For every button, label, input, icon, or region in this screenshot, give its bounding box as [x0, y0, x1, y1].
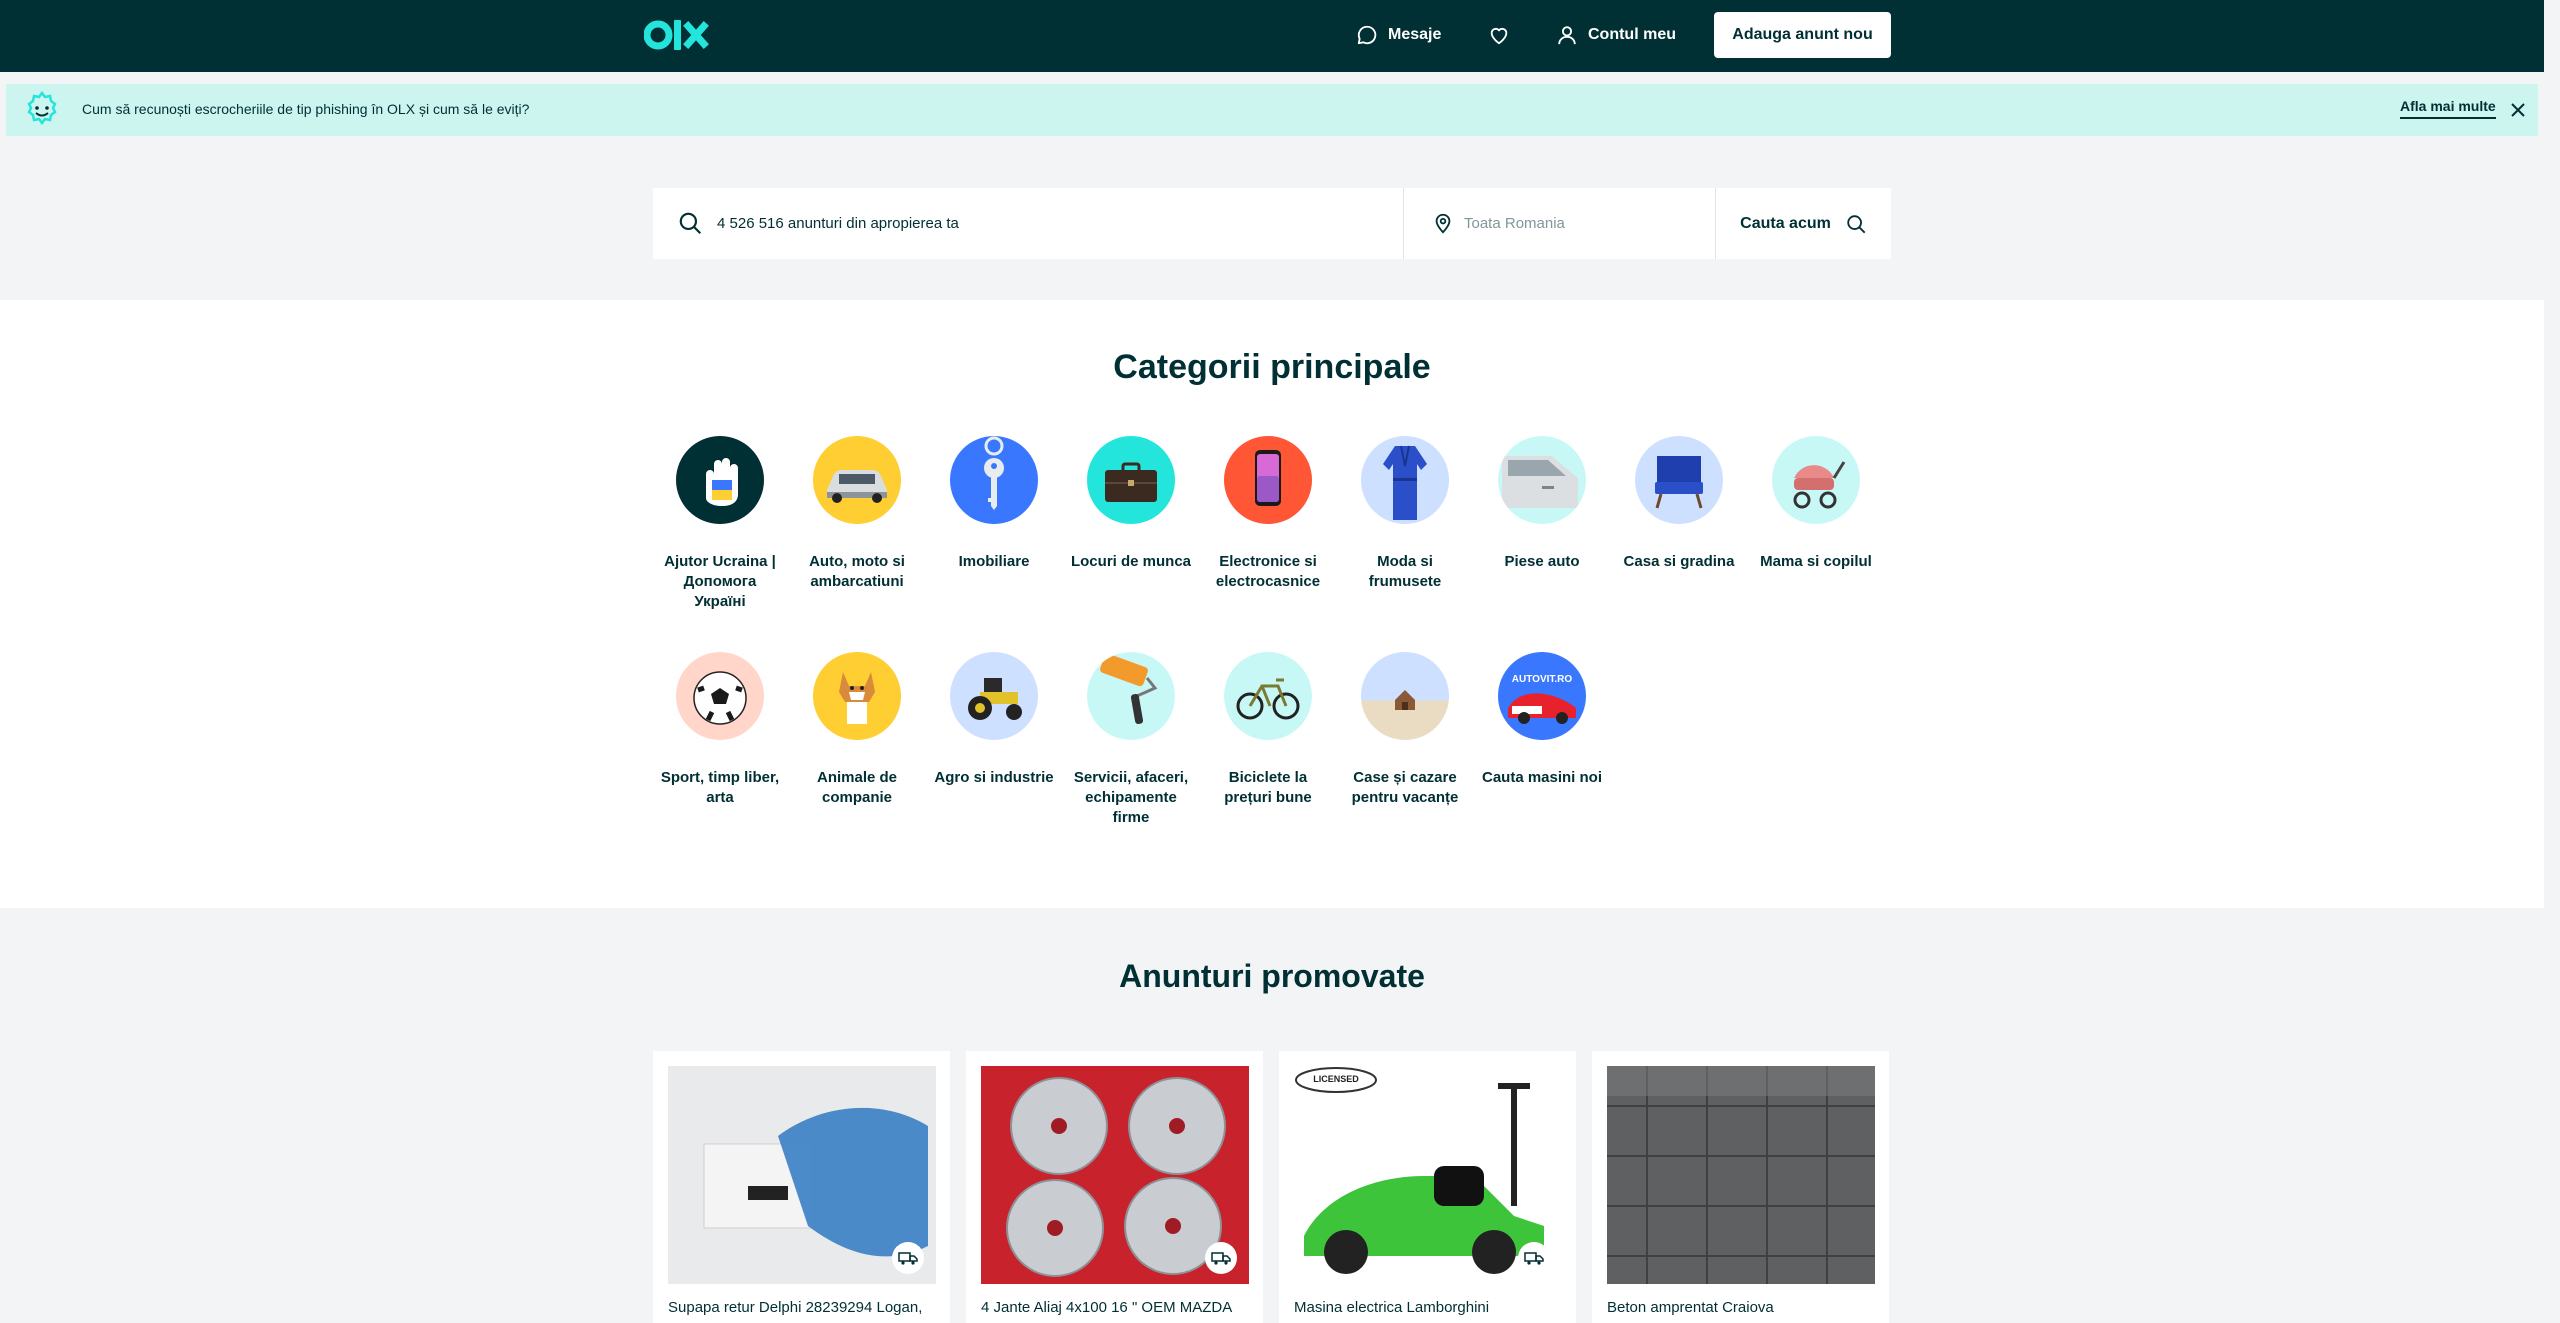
- delivery-icon: [1205, 1242, 1237, 1274]
- promoted-card[interactable]: LICENSED Masina electrica Lamborghini: [1279, 1051, 1576, 1323]
- licensed-badge: LICENSED: [1313, 1074, 1359, 1084]
- category-agro[interactable]: Agro si industrie: [932, 652, 1056, 788]
- learn-more-link[interactable]: Afla mai multe: [2400, 98, 2496, 119]
- location-pin-icon: [1435, 213, 1451, 234]
- search-icon: [1847, 214, 1866, 233]
- promoted-card[interactable]: 4 Jante Aliaj 4x100 16 " OEM MAZDA: [966, 1051, 1263, 1323]
- category-label: Servicii, afaceri, echipamente firme: [1073, 769, 1189, 826]
- category-label: Moda si frumusete: [1368, 553, 1442, 590]
- messages-label: Mesaje: [1388, 26, 1442, 43]
- category-electronice[interactable]: Electronice si electrocasnice: [1206, 436, 1330, 592]
- card-title: Masina electrica Lamborghini: [1294, 1299, 1490, 1316]
- category-label: Animale de companie: [816, 769, 898, 806]
- promoted-card[interactable]: Supapa retur Delphi 28239294 Logan,: [653, 1051, 950, 1323]
- category-mama-copilul[interactable]: Mama si copilul: [1754, 436, 1878, 572]
- hand-ukraine-icon: [676, 436, 764, 524]
- search-input[interactable]: [717, 188, 1377, 259]
- category-label: Cauta masini noi: [1481, 769, 1603, 786]
- categories-title: Categorii principale: [1113, 348, 1431, 386]
- messages-link[interactable]: Mesaje: [1356, 12, 1441, 58]
- bicycle-icon: [1224, 652, 1312, 740]
- category-case-vacante[interactable]: Case și cazare pentru vacanțe: [1343, 652, 1467, 808]
- category-label: Locuri de munca: [1070, 553, 1192, 570]
- category-label: Auto, moto si ambarcatiuni: [809, 553, 905, 590]
- promoted-title: Anunturi promovate: [1119, 958, 1425, 994]
- category-label: Agro si industrie: [934, 769, 1054, 786]
- dog-icon: [813, 652, 901, 740]
- olx-logo-icon: [644, 20, 709, 50]
- kids-car-photo: LICENSED: [1294, 1066, 1562, 1284]
- category-biciclete[interactable]: Biciclete la prețuri bune: [1206, 652, 1330, 808]
- search-bar: Cauta acum: [653, 188, 1891, 259]
- card-title: 4 Jante Aliaj 4x100 16 " OEM MAZDA: [981, 1299, 1233, 1316]
- category-label: Electronice si electrocasnice: [1215, 553, 1321, 590]
- search-button-label: Cauta acum: [1740, 214, 1831, 232]
- delivery-icon: [892, 1242, 924, 1274]
- promoted-card[interactable]: Beton amprentat Craiova: [1592, 1051, 1889, 1323]
- phishing-warning-banner: Cum să recunoști escrocheriile de tip ph…: [6, 84, 2538, 136]
- banner-text: Cum să recunoști escrocheriile de tip ph…: [82, 101, 530, 117]
- user-icon: [1558, 26, 1576, 45]
- location-field: [1404, 188, 1716, 259]
- search-icon: [679, 212, 702, 235]
- beach-house-icon: [1361, 652, 1449, 740]
- robe-icon: [1361, 436, 1449, 524]
- phone-icon: [1224, 436, 1312, 524]
- category-servicii[interactable]: Servicii, afaceri, echipamente firme: [1069, 652, 1193, 828]
- armchair-icon: [1635, 436, 1723, 524]
- category-label: Case și cazare pentru vacanțe: [1351, 769, 1459, 806]
- gear-smile-icon: [27, 90, 57, 126]
- category-sport[interactable]: Sport, timp liber, arta: [658, 652, 782, 808]
- category-label: Mama si copilul: [1760, 553, 1872, 570]
- briefcase-icon: [1087, 436, 1175, 524]
- category-imobiliare[interactable]: Imobiliare: [932, 436, 1056, 572]
- category-piese-auto[interactable]: Piese auto: [1480, 436, 1604, 572]
- category-casa-gradina[interactable]: Casa si gradina: [1617, 436, 1741, 572]
- card-title: Supapa retur Delphi 28239294 Logan,: [668, 1299, 923, 1316]
- football-icon: [676, 652, 764, 740]
- olx-logo[interactable]: [644, 14, 716, 56]
- category-label: Biciclete la prețuri bune: [1224, 769, 1312, 806]
- location-input[interactable]: [1464, 188, 1704, 259]
- top-header: Mesaje Contul meu Adauga anunt nou: [0, 0, 2544, 72]
- box-bag-photo: [668, 1066, 936, 1284]
- chat-icon: [1357, 25, 1377, 45]
- tractor-icon: [950, 652, 1038, 740]
- delivery-icon: [1518, 1242, 1550, 1274]
- card-title: Beton amprentat Craiova: [1607, 1299, 1774, 1316]
- autovit-icon: AUTOVIT.RO: [1498, 652, 1586, 740]
- category-label: Piese auto: [1504, 553, 1580, 570]
- stamped-concrete-photo: [1607, 1066, 1875, 1284]
- search-query-field: [653, 188, 1404, 259]
- category-cauta-masini-noi[interactable]: AUTOVIT.RO Cauta masini noi: [1480, 652, 1604, 788]
- stroller-icon: [1772, 436, 1860, 524]
- search-button[interactable]: Cauta acum: [1716, 188, 1891, 259]
- favorites-button[interactable]: [1488, 12, 1510, 58]
- category-label: Imobiliare: [958, 553, 1030, 570]
- category-moda[interactable]: Moda si frumusete: [1343, 436, 1467, 592]
- alloy-wheels-photo: [981, 1066, 1249, 1284]
- autovit-badge: AUTOVIT.RO: [1511, 674, 1573, 685]
- category-animale[interactable]: Animale de companie: [795, 652, 919, 808]
- post-ad-button[interactable]: Adauga anunt nou: [1714, 12, 1891, 58]
- category-label: Sport, timp liber, arta: [660, 769, 780, 806]
- paint-roller-icon: [1087, 652, 1175, 740]
- heart-icon: [1490, 28, 1508, 45]
- category-label: Casa si gradina: [1623, 553, 1735, 570]
- categories-section: Categorii principale Ajutor Ucraina | До…: [0, 300, 2544, 908]
- key-icon: [950, 436, 1038, 524]
- category-locuri-de-munca[interactable]: Locuri de munca: [1069, 436, 1193, 572]
- car-icon: [813, 436, 901, 524]
- car-door-icon: [1498, 436, 1586, 524]
- category-auto-moto[interactable]: Auto, moto si ambarcatiuni: [795, 436, 919, 592]
- category-label: Ajutor Ucraina | Допомога Україні: [664, 553, 776, 610]
- account-link[interactable]: Contul meu: [1556, 12, 1676, 58]
- category-ajutor-ucraina[interactable]: Ajutor Ucraina | Допомога Україні: [658, 436, 782, 612]
- account-label: Contul meu: [1588, 26, 1676, 43]
- close-icon[interactable]: [2506, 98, 2530, 122]
